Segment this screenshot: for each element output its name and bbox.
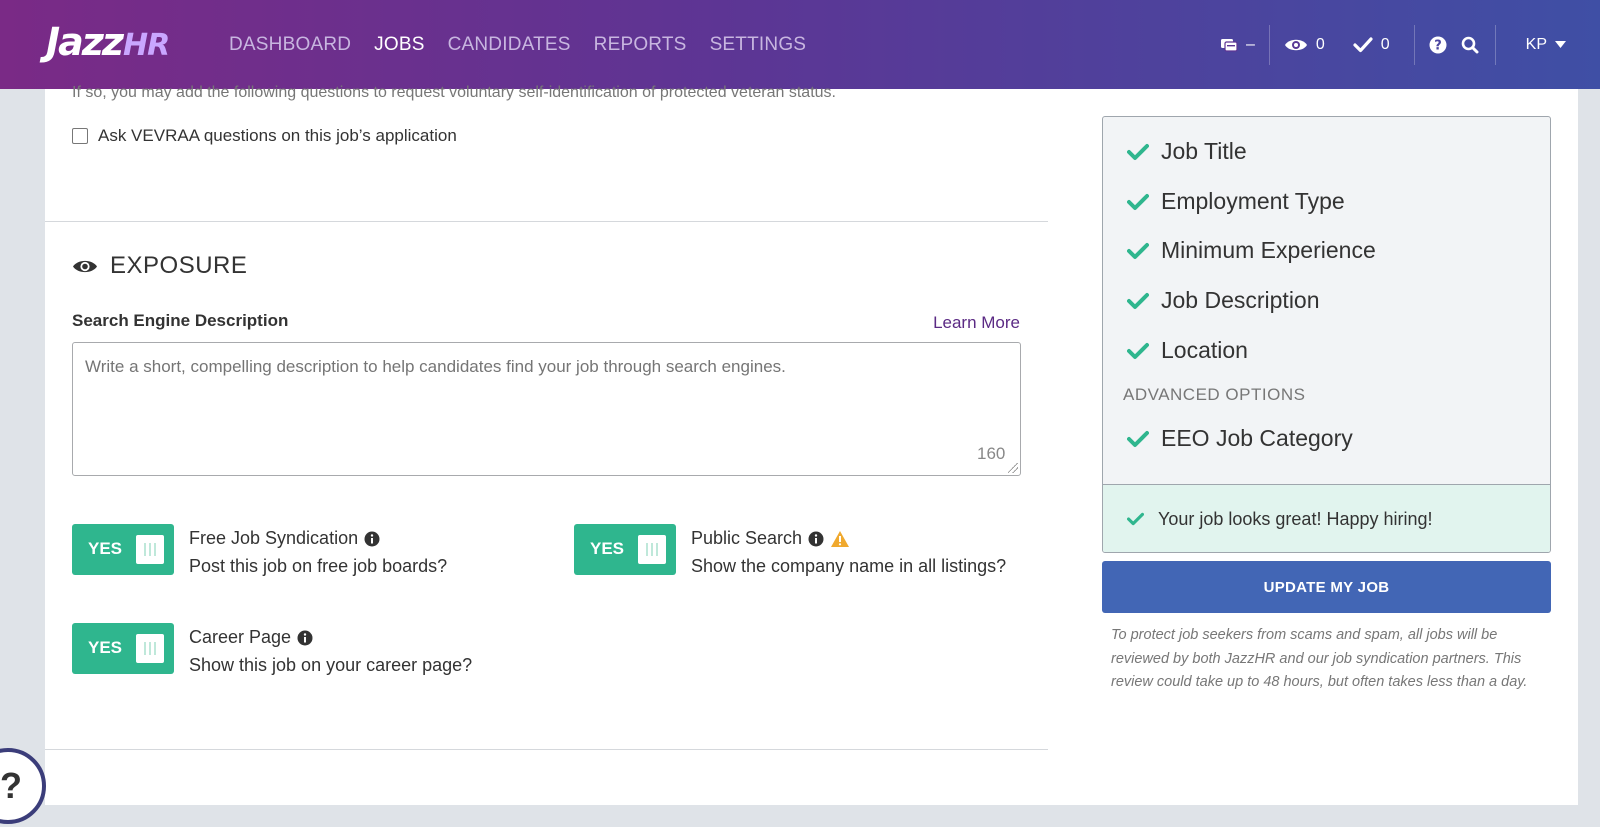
career-page-subtitle: Show this job on your career page? [189,655,473,675]
nav-dashboard[interactable]: DASHBOARD [229,34,351,56]
messages-button[interactable]: – [1206,0,1269,89]
help-button[interactable]: ? [1415,0,1451,89]
help-chat-button[interactable]: ? [0,748,46,824]
check-icon [1127,143,1149,160]
nav-jobs[interactable]: JOBS [374,34,424,56]
public-search-toggle[interactable]: YES [574,524,676,575]
check-icon [1127,430,1149,447]
toggle-knob [136,634,164,663]
info-icon[interactable] [297,630,313,646]
character-counter: 160 [977,444,1006,463]
checklist-item: Location [1127,337,1248,364]
eye-icon [1284,39,1307,50]
checklist-item: Job Title [1127,138,1247,165]
advanced-options-label: ADVANCED OPTIONS [1123,385,1306,404]
exposure-title: EXPOSURE [110,252,248,279]
user-menu[interactable]: KP [1496,0,1600,89]
public-search-subtitle: Show the company name in all listings? [691,556,1007,576]
career-page-setting: YES Career Page Show this job on your ca… [72,623,472,676]
resize-handle-icon[interactable] [1008,463,1018,473]
job-checklist-panel: Job Title Employment Type Minimum Experi… [1102,116,1551,553]
nav-candidates[interactable]: CANDIDATES [448,34,571,56]
check-icon [1127,512,1144,526]
career-page-title: Career Page [189,627,292,647]
toggle-state: YES [88,539,123,558]
checklist-item-label: Job Title [1161,138,1247,164]
help-icon: ? [1429,36,1447,53]
check-icon [1353,36,1373,52]
check-icon [1127,242,1149,259]
svg-text:?: ? [1434,38,1442,53]
user-initials: KP [1525,35,1547,53]
vevraa-checkbox[interactable] [72,128,88,144]
checklist-item-label: Employment Type [1161,188,1345,214]
header-actions: – 0 0 ? KP [1206,0,1600,89]
eye-icon [73,260,97,272]
vevraa-checkbox-row[interactable]: Ask VEVRAA questions on this job’s appli… [72,126,457,146]
top-nav-bar: Jazz HR DASHBOARD JOBS CANDIDATES REPORT… [0,0,1600,89]
checklist-item-label: Job Description [1161,287,1320,313]
nav-reports[interactable]: REPORTS [594,34,687,56]
help-chat-label: ? [0,765,22,806]
tasks-button[interactable]: 0 [1339,0,1414,89]
main-nav: DASHBOARD JOBS CANDIDATES REPORTS SETTIN… [229,0,806,89]
public-search-title: Public Search [691,528,803,548]
search-engine-description-label: Search Engine Description [72,311,289,330]
free-job-syndication-title: Free Job Syndication [189,528,359,548]
warning-icon[interactable] [830,530,850,548]
checklist-status-text: Your job looks great! Happy hiring! [1158,508,1433,529]
info-icon[interactable] [808,531,824,547]
logo-accent-text: HR [123,28,170,63]
checklist-item-label: EEO Job Category [1161,425,1353,451]
checklist-item: Employment Type [1127,188,1345,215]
toggle-text: Public Search Show the company name in a… [691,524,1006,577]
toggle-text: Free Job Syndication Post this job on fr… [189,524,447,577]
free-job-syndication-setting: YES Free Job Syndication Post this job o… [72,524,447,577]
public-search-setting: YES Public Search Show the company name … [574,524,1006,577]
check-icon [1127,342,1149,359]
toggle-state: YES [590,539,625,558]
checklist-item-label: Minimum Experience [1161,237,1376,263]
check-icon [1127,292,1149,309]
tasks-count: 0 [1380,35,1390,53]
section-divider [45,221,1048,222]
checklist-item: EEO Job Category [1127,425,1353,452]
messages-icon [1220,38,1238,52]
messages-count: – [1245,35,1255,53]
search-icon [1461,36,1479,53]
search-button[interactable] [1451,0,1495,89]
free-job-syndication-subtitle: Post this job on free job boards? [189,556,448,576]
watching-count: 0 [1315,35,1325,53]
review-notice-text: To protect job seekers from scams and sp… [1111,627,1528,690]
checklist-status-banner: Your job looks great! Happy hiring! [1103,484,1550,552]
checklist-item: Minimum Experience [1127,237,1376,264]
info-icon[interactable] [364,531,380,547]
toggle-knob [638,535,666,564]
checklist-item-label: Location [1161,337,1248,363]
update-job-button[interactable]: UPDATE MY JOB [1102,561,1551,613]
jazzhr-logo[interactable]: Jazz HR [46,20,170,64]
check-icon [1127,193,1149,210]
veteran-intro-text: If so, you may add the following questio… [72,84,836,101]
learn-more-link[interactable]: Learn More [933,313,1020,333]
checklist-item: Job Description [1127,287,1320,314]
section-divider [45,749,1048,750]
career-page-toggle[interactable]: YES [72,623,174,674]
exposure-section-header: EXPOSURE [72,252,247,280]
search-engine-description-input[interactable] [72,342,1021,476]
free-job-syndication-toggle[interactable]: YES [72,524,174,575]
toggle-knob [136,535,164,564]
logo-main-text: Jazz [46,20,124,64]
nav-settings[interactable]: SETTINGS [710,34,807,56]
watching-button[interactable]: 0 [1270,0,1339,89]
vevraa-checkbox-label: Ask VEVRAA questions on this job’s appli… [98,126,457,145]
toggle-text: Career Page Show this job on your career… [189,623,472,676]
caret-down-icon [1555,41,1566,48]
toggle-state: YES [88,638,123,657]
